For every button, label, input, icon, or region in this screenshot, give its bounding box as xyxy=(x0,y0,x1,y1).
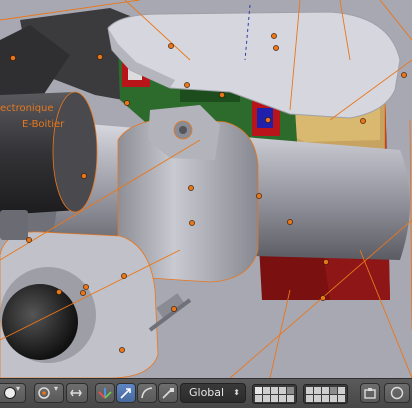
chevron-down-icon: ▾ xyxy=(15,384,20,393)
pivot-point-button[interactable]: ▾ xyxy=(34,383,64,403)
shading-sphere-icon xyxy=(4,387,16,399)
scale-manipulator-button[interactable] xyxy=(158,383,178,403)
translate-manipulator-button[interactable] xyxy=(116,383,136,403)
snap-toggle-button[interactable] xyxy=(66,383,88,403)
manipulator-toggle-button[interactable] xyxy=(95,383,115,403)
scene-render xyxy=(0,0,412,378)
viewport-header-toolbar: ▾ ▾ Global ⬍ xyxy=(0,378,412,408)
rotate-manipulator-button[interactable] xyxy=(137,383,157,403)
transform-orientation-value: Global xyxy=(189,386,225,399)
lock-camera-icon xyxy=(364,388,376,399)
knob xyxy=(2,284,78,360)
translate-icon xyxy=(120,388,131,399)
chevron-down-icon: ▾ xyxy=(53,384,58,393)
transform-orientation-select[interactable]: Global ⬍ xyxy=(180,383,246,403)
manipulator-toggle-icon xyxy=(98,388,112,399)
render-preview-button[interactable] xyxy=(384,383,410,403)
rotate-icon xyxy=(141,387,153,399)
chevron-updown-icon: ⬍ xyxy=(233,388,240,397)
3d-viewport[interactable]: ectronique E-Boitier xyxy=(0,0,412,378)
render-preview-icon xyxy=(390,386,404,400)
pivot-point-icon xyxy=(38,387,50,399)
layers-grid-left[interactable] xyxy=(252,384,297,404)
snap-magnet-icon xyxy=(70,389,82,397)
object-label-boitier: E-Boitier xyxy=(22,119,65,130)
scale-icon xyxy=(162,388,174,399)
shading-mode-button[interactable]: ▾ xyxy=(0,383,26,403)
object-label-electronique: ectronique xyxy=(0,103,54,114)
layers-grid-right[interactable] xyxy=(303,384,348,404)
lock-camera-button[interactable] xyxy=(360,383,380,403)
